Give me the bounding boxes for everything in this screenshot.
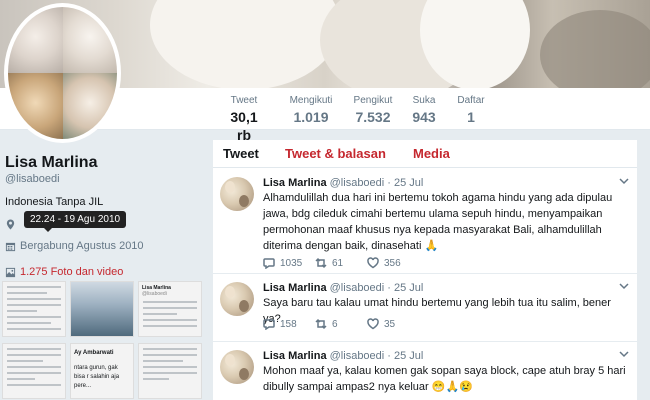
tweet-avatar[interactable]: [220, 177, 254, 211]
profile-page: Tweet 30,1 rb Mengikuti 1.019 Pengikut 7…: [0, 0, 650, 400]
photos-link[interactable]: 1.275 Foto dan video: [5, 266, 123, 278]
retweet-button[interactable]: 6: [315, 318, 367, 330]
joined-text: Bergabung Agustus 2010: [20, 240, 144, 252]
tab-tweets[interactable]: Tweet: [223, 146, 259, 161]
calendar-icon: [5, 242, 16, 251]
tweet-author-name[interactable]: Lisa Marlina: [263, 350, 327, 362]
retweet-button[interactable]: 61: [315, 257, 367, 269]
media-thumbnail[interactable]: Lisa Marlina @lisaboedi: [138, 281, 202, 337]
stat-following[interactable]: Mengikuti 1.019: [287, 94, 335, 126]
profile-handle[interactable]: @lisaboedi: [5, 173, 60, 185]
tweet-text: Mohon maaf ya, kalau komen gak sopan say…: [263, 365, 626, 393]
tweet-actions: 1035 61 356: [263, 257, 419, 269]
stat-label: Tweet: [230, 95, 258, 106]
like-button[interactable]: 356: [367, 257, 419, 269]
stat-lists[interactable]: Daftar 1: [454, 94, 488, 126]
tweet-author-meta[interactable]: @lisaboedi · 25 Jul: [330, 350, 424, 362]
tweet-author-meta[interactable]: @lisaboedi · 25 Jul: [330, 282, 424, 294]
tweet-header: Lisa Marlina @lisaboedi · 25 Jul: [263, 177, 423, 189]
join-date-tooltip: 22.24 - 19 Agu 2010: [24, 211, 127, 232]
stat-value: 30,1 rb: [230, 109, 258, 143]
tweet-header: Lisa Marlina @lisaboedi · 25 Jul: [263, 350, 423, 362]
like-button[interactable]: 35: [367, 318, 419, 330]
tweet-actions: 158 6 35: [263, 318, 419, 330]
tweet-item[interactable]: Lisa Marlina @lisaboedi · 25 Jul Alhamdu…: [213, 169, 637, 274]
reply-button[interactable]: 158: [263, 318, 315, 330]
stat-value: 943: [412, 109, 436, 125]
reply-icon: [263, 319, 275, 330]
like-icon: [367, 318, 379, 330]
tweet-author-meta[interactable]: @lisaboedi · 25 Jul: [330, 177, 424, 189]
tweet-item[interactable]: Lisa Marlina @lisaboedi · 25 Jul Mohon m…: [213, 342, 637, 400]
chevron-down-icon[interactable]: [619, 176, 629, 186]
retweet-count: 6: [332, 318, 338, 330]
tweet-avatar[interactable]: [220, 282, 254, 316]
tweet-timeline: Tweet Tweet & balasan Media Lisa Marlina…: [213, 140, 637, 400]
reply-count: 1035: [280, 257, 303, 269]
tweet-text: Alhamdulillah dua hari ini bertemu tokoh…: [263, 192, 613, 252]
stat-label: Daftar: [457, 95, 485, 106]
retweet-icon: [315, 257, 327, 269]
tweet-header: Lisa Marlina @lisaboedi · 25 Jul: [263, 282, 423, 294]
profile-name[interactable]: Lisa Marlina: [5, 154, 97, 172]
profile-avatar[interactable]: [4, 3, 121, 143]
stat-followers[interactable]: Pengikut 7.532: [351, 94, 395, 126]
tweet-item[interactable]: Lisa Marlina @lisaboedi · 25 Jul Saya ba…: [213, 274, 637, 342]
media-thumbnail[interactable]: Ay Ambarwati ntara gurun, gak bisa r sal…: [70, 343, 134, 399]
profile-joined: Bergabung Agustus 2010: [5, 240, 144, 252]
stat-label: Mengikuti: [289, 95, 333, 106]
stat-label: Suka: [412, 95, 436, 106]
like-icon: [367, 257, 379, 269]
photo-icon: [5, 267, 16, 277]
reply-icon: [263, 258, 275, 269]
reply-button[interactable]: 1035: [263, 257, 315, 269]
like-count: 35: [384, 318, 396, 330]
thumbnail-author: Lisa Marlina: [142, 285, 171, 291]
stat-value: 1.019: [293, 109, 329, 125]
retweet-count: 61: [332, 257, 344, 269]
media-thumbnail[interactable]: [2, 343, 66, 399]
profile-bio: Indonesia Tanpa JIL: [5, 196, 104, 208]
stat-tweets[interactable]: Tweet 30,1 rb: [216, 94, 272, 153]
stat-value: 1: [467, 109, 475, 125]
tab-tweets-replies[interactable]: Tweet & balasan: [285, 146, 386, 161]
chevron-down-icon[interactable]: [619, 349, 629, 359]
thumbnail-text: ntara gurun, gak bisa r salahin aja pere…: [74, 365, 120, 389]
stat-label: Pengikut: [353, 95, 393, 106]
photos-label: 1.275 Foto dan video: [20, 266, 124, 278]
location-icon: [6, 219, 15, 230]
tweet-author-name[interactable]: Lisa Marlina: [263, 282, 327, 294]
profile-location: [5, 219, 16, 230]
timeline-tabs: Tweet Tweet & balasan Media: [213, 140, 637, 168]
media-thumbnail[interactable]: [70, 281, 134, 337]
media-thumbnail[interactable]: [138, 343, 202, 399]
tab-media[interactable]: Media: [413, 146, 450, 161]
reply-count: 158: [280, 318, 297, 330]
tweet-author-name[interactable]: Lisa Marlina: [263, 177, 327, 189]
thumbnail-author: Ay Ambarwati: [74, 350, 114, 356]
stat-likes[interactable]: Suka 943: [410, 94, 438, 126]
retweet-icon: [315, 318, 327, 330]
tweet-avatar[interactable]: [220, 350, 254, 384]
media-grid: Lisa Marlina @lisaboedi Ay Ambarwati nta…: [2, 281, 210, 400]
thumbnail-handle: @lisaboedi: [142, 291, 167, 297]
media-thumbnail[interactable]: [2, 281, 66, 337]
stat-value: 7.532: [355, 109, 391, 125]
chevron-down-icon[interactable]: [619, 281, 629, 291]
like-count: 356: [384, 257, 401, 269]
